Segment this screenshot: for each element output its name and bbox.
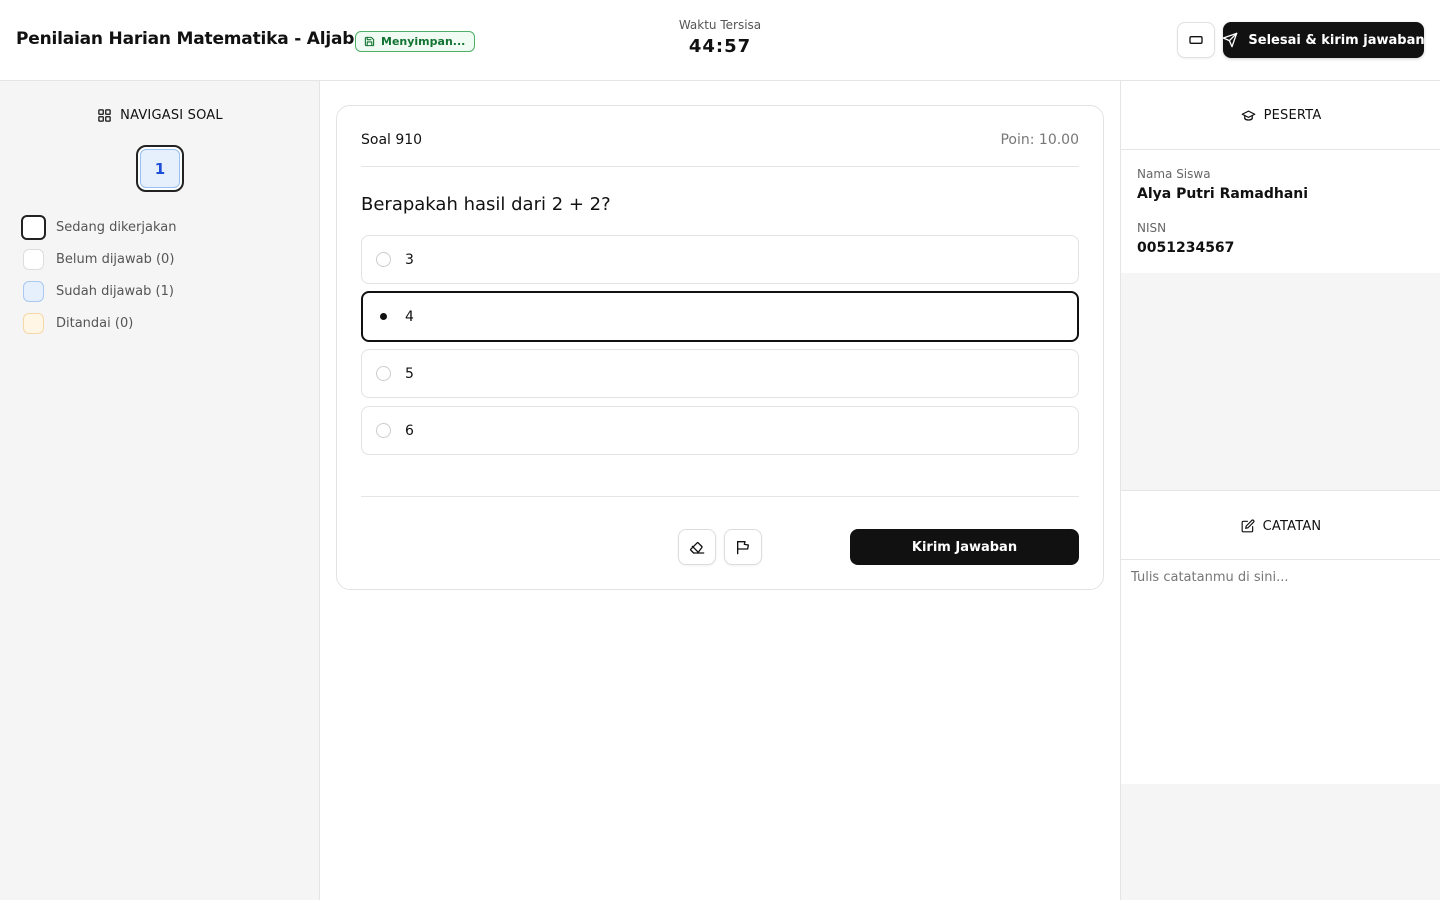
radio-button[interactable] [376, 252, 391, 267]
finish-submit-button[interactable]: Selesai & kirim jawaban [1222, 22, 1425, 58]
saving-status-badge: Menyimpan... [355, 31, 476, 52]
question-nav-number: 1 [140, 149, 180, 188]
timer-label: Waktu Tersisa [678, 18, 762, 32]
answer-option[interactable]: 6 [361, 406, 1079, 455]
question-nav-item[interactable]: 1 [136, 145, 184, 192]
participant-heading: PESERTA [1121, 105, 1440, 125]
legend-label-answered: Sudah dijawab (1) [56, 283, 174, 299]
grid-icon [97, 108, 112, 123]
flag-icon [735, 539, 751, 555]
legend-swatch-current [21, 214, 46, 240]
participant-heading-label: PESERTA [1263, 107, 1322, 123]
card-header-divider [361, 166, 1079, 167]
answer-option-selected[interactable]: 4 [361, 291, 1079, 342]
answer-option[interactable]: 5 [361, 349, 1079, 398]
legend-item-answered: Sudah dijawab (1) [21, 275, 176, 307]
notes-heading-label: CATATAN [1262, 518, 1322, 534]
card-footer-divider [361, 496, 1079, 497]
student-name-label: Nama Siswa [1137, 167, 1211, 181]
notes-heading: CATATAN [1121, 516, 1440, 536]
answer-options: 3 4 5 6 [361, 235, 1079, 463]
legend-item-current: Sedang dikerjakan [21, 211, 176, 243]
navigation-heading: NAVIGASI SOAL [0, 105, 320, 125]
nisn-value: 0051234567 [1137, 240, 1235, 256]
question-navigation-panel: NAVIGASI SOAL 1 Sedang dikerjakan Belum … [0, 81, 320, 900]
save-icon [364, 36, 375, 47]
radio-button[interactable] [376, 423, 391, 438]
legend-swatch-unanswered [23, 248, 44, 270]
legend-label-flagged: Ditandai (0) [56, 315, 134, 331]
legend-label-current: Sedang dikerjakan [56, 219, 177, 235]
eraser-icon [689, 539, 705, 555]
legend-swatch-answered [23, 280, 44, 302]
graduation-cap-icon [1241, 108, 1256, 123]
participant-details: Nama Siswa Alya Putri Ramadhani NISN 005… [1121, 150, 1440, 273]
timer-value: 44:57 [688, 36, 752, 57]
question-card: Soal 910 Poin: 10.00 Berapakah hasil dar… [336, 105, 1104, 590]
finish-submit-label: Selesai & kirim jawaban [1248, 32, 1425, 48]
answer-option[interactable]: 3 [361, 235, 1079, 284]
submit-answer-button[interactable]: Kirim Jawaban [850, 529, 1079, 565]
legend-label-unanswered: Belum dijawab (0) [56, 251, 175, 267]
exam-title: Penilaian Harian Matematika - Aljabar [16, 29, 374, 49]
status-legend: Sedang dikerjakan Belum dijawab (0) Suda… [21, 211, 176, 339]
legend-item-flagged: Ditandai (0) [21, 307, 176, 339]
legend-swatch-flagged [23, 312, 44, 334]
info-panel: PESERTA Nama Siswa Alya Putri Ramadhani … [1120, 81, 1440, 900]
top-bar: Penilaian Harian Matematika - Aljabar Me… [0, 0, 1440, 81]
edit-icon [1241, 519, 1255, 533]
student-name: Alya Putri Ramadhani [1137, 186, 1309, 202]
answer-option-label: 6 [405, 422, 414, 439]
send-icon [1222, 32, 1238, 48]
notes-textarea[interactable] [1121, 560, 1440, 784]
fullscreen-button[interactable] [1177, 22, 1215, 58]
answer-option-label: 4 [405, 308, 414, 325]
radio-button[interactable] [376, 366, 391, 381]
participant-header: PESERTA [1121, 81, 1440, 150]
answer-option-label: 3 [405, 251, 414, 268]
answer-option-label: 5 [405, 365, 414, 382]
flag-question-button[interactable] [724, 529, 762, 565]
question-text: Berapakah hasil dari 2 + 2? [361, 194, 611, 215]
nisn-label: NISN [1137, 221, 1167, 235]
clear-answer-button[interactable] [678, 529, 716, 565]
navigation-heading-label: NAVIGASI SOAL [120, 107, 223, 123]
legend-item-unanswered: Belum dijawab (0) [21, 243, 176, 275]
saving-status-text: Menyimpan... [381, 35, 466, 48]
question-points: Poin: 10.00 [1000, 132, 1079, 148]
radio-button-checked[interactable] [376, 309, 391, 324]
question-number: Soal 910 [361, 132, 423, 148]
fullscreen-icon [1188, 32, 1204, 48]
radio-dot [380, 313, 387, 320]
notes-header: CATATAN [1121, 490, 1440, 560]
